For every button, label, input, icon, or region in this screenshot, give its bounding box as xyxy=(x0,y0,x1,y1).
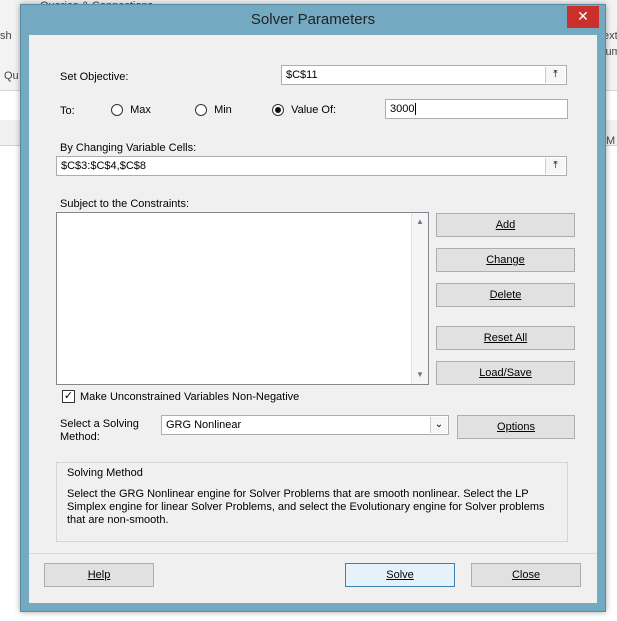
min-radio[interactable]: Min xyxy=(195,104,232,117)
scroll-up-icon[interactable]: ▲ xyxy=(412,215,428,229)
changing-cells-label: By Changing Variable Cells: xyxy=(60,142,197,154)
range-select-icon[interactable]: ⤒ xyxy=(545,67,565,83)
constraints-label: Subject to the Constraints: xyxy=(60,198,190,210)
ribbon-group-label: Qu xyxy=(4,70,19,82)
solving-method-description: Select the GRG Nonlinear engine for Solv… xyxy=(67,488,545,526)
solve-button[interactable]: Solve xyxy=(345,563,455,587)
load-save-button-label: Load/Save xyxy=(479,367,532,379)
value-of-value: 3000 xyxy=(390,103,415,115)
change-button[interactable]: Change xyxy=(436,248,575,272)
add-button-label: Add xyxy=(495,219,516,231)
solving-method-group: Solving Method Select the GRG Nonlinear … xyxy=(56,462,568,542)
help-button[interactable]: Help xyxy=(44,563,154,587)
text-cursor xyxy=(415,103,417,115)
value-of-radio-icon[interactable] xyxy=(272,104,284,117)
set-objective-value: $C$11 xyxy=(286,69,318,81)
constraints-list[interactable]: ▲ ▼ xyxy=(56,212,429,385)
nonneg-label: Make Unconstrained Variables Non-Negativ… xyxy=(80,391,300,403)
min-radio-icon[interactable] xyxy=(195,104,207,117)
min-label: Min xyxy=(214,104,232,116)
close-button[interactable]: Close xyxy=(471,563,581,587)
value-of-radio[interactable]: Value Of: xyxy=(272,104,337,117)
solving-method-title: Solving Method xyxy=(67,467,143,479)
changing-cells-input[interactable]: $C$3:$C$4,$C$8 ⤒ xyxy=(56,156,567,176)
help-button-label: Help xyxy=(87,569,111,581)
max-radio[interactable]: Max xyxy=(111,104,151,117)
set-objective-input[interactable]: $C$11 ⤒ xyxy=(281,65,567,85)
scroll-down-icon[interactable]: ▼ xyxy=(412,368,428,382)
nonneg-checkbox[interactable]: ✓ xyxy=(62,390,75,403)
delete-button-label: Delete xyxy=(489,289,522,301)
constraints-scrollbar[interactable]: ▲ ▼ xyxy=(411,213,428,384)
options-button[interactable]: Options xyxy=(457,415,575,439)
ribbon-left-text: sh xyxy=(0,30,12,42)
column-header-m[interactable]: M xyxy=(606,135,615,147)
select-method-label-2: Method: xyxy=(60,431,100,443)
value-of-label: Value Of: xyxy=(291,104,337,116)
reset-all-button[interactable]: Reset All xyxy=(436,326,575,350)
dialog-title: Solver Parameters xyxy=(250,11,376,28)
reset-all-button-label: Reset All xyxy=(483,332,528,344)
max-radio-icon[interactable] xyxy=(111,104,123,117)
solver-parameters-dialog: Solver Parameters ✕ Set Objective: $C$11… xyxy=(20,4,606,612)
solve-button-label: Solve xyxy=(386,569,414,581)
options-button-label: Options xyxy=(497,421,535,433)
select-method-label-1: Select a Solving xyxy=(60,418,139,430)
dialog-client-area: Set Objective: $C$11 ⤒ To: Max Min Value… xyxy=(29,35,597,603)
to-label: To: xyxy=(60,105,75,117)
change-button-label: Change xyxy=(486,254,525,266)
close-icon[interactable]: ✕ xyxy=(567,6,599,28)
close-button-label: Close xyxy=(511,569,541,581)
bottom-divider xyxy=(29,553,597,554)
changing-cells-value: $C$3:$C$4,$C$8 xyxy=(61,160,147,172)
chevron-down-icon[interactable]: ⌄ xyxy=(430,417,447,433)
delete-button[interactable]: Delete xyxy=(436,283,575,307)
max-label: Max xyxy=(130,104,151,116)
load-save-button[interactable]: Load/Save xyxy=(436,361,575,385)
range-select-icon[interactable]: ⤒ xyxy=(545,158,565,174)
solving-method-value: GRG Nonlinear xyxy=(166,419,242,431)
add-button[interactable]: Add xyxy=(436,213,575,237)
solving-method-select[interactable]: GRG Nonlinear ⌄ xyxy=(161,415,449,435)
value-of-input[interactable]: 3000 xyxy=(385,99,568,119)
set-objective-label: Set Objective: xyxy=(60,71,129,83)
